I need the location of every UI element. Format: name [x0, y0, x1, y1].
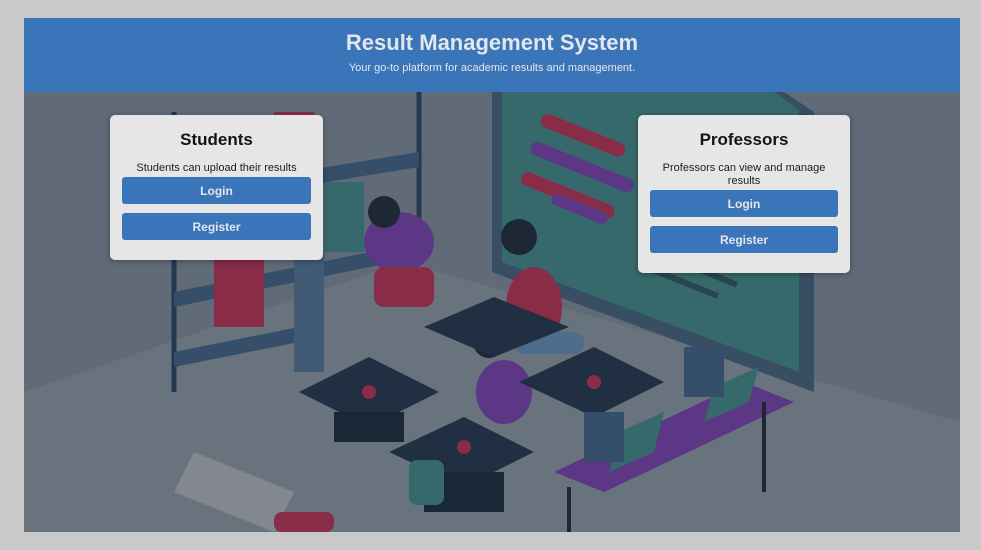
- site-header: Result Management System Your go-to plat…: [24, 18, 960, 92]
- students-title: Students: [180, 130, 253, 149]
- page-subtitle: Your go-to platform for academic results…: [348, 62, 636, 74]
- students-login-button[interactable]: Login: [122, 177, 311, 204]
- professors-title: Professors: [699, 130, 789, 149]
- professors-login-button[interactable]: Login: [650, 190, 838, 217]
- page-title: Result Management System: [345, 30, 639, 55]
- students-register-button[interactable]: Register: [122, 213, 311, 240]
- professors-card: Professors Professors can view and manag…: [638, 115, 850, 273]
- students-card: Students Students can upload their resul…: [110, 115, 323, 260]
- professors-register-button[interactable]: Register: [650, 226, 838, 253]
- professors-description: Professors can view and manage results: [662, 162, 826, 187]
- app-frame: Result Management System Your go-to plat…: [24, 18, 960, 532]
- students-description: Students can upload their results: [136, 162, 297, 174]
